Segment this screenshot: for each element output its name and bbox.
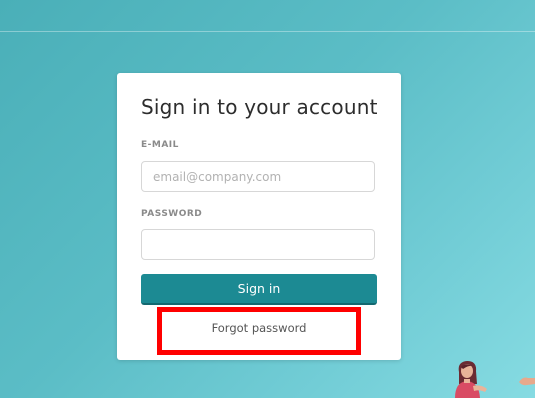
login-title: Sign in to your account — [141, 95, 378, 119]
email-field[interactable] — [141, 161, 375, 192]
forgot-password-highlight: Forgot password — [157, 307, 361, 355]
header-divider — [0, 31, 535, 32]
email-label: E-MAIL — [141, 140, 179, 150]
sign-in-button[interactable]: Sign in — [141, 274, 377, 305]
password-label: PASSWORD — [141, 209, 203, 219]
password-field[interactable] — [141, 229, 375, 260]
person-illustration — [455, 361, 487, 398]
forgot-password-link[interactable]: Forgot password — [162, 321, 356, 335]
hand-illustration — [519, 377, 535, 386]
